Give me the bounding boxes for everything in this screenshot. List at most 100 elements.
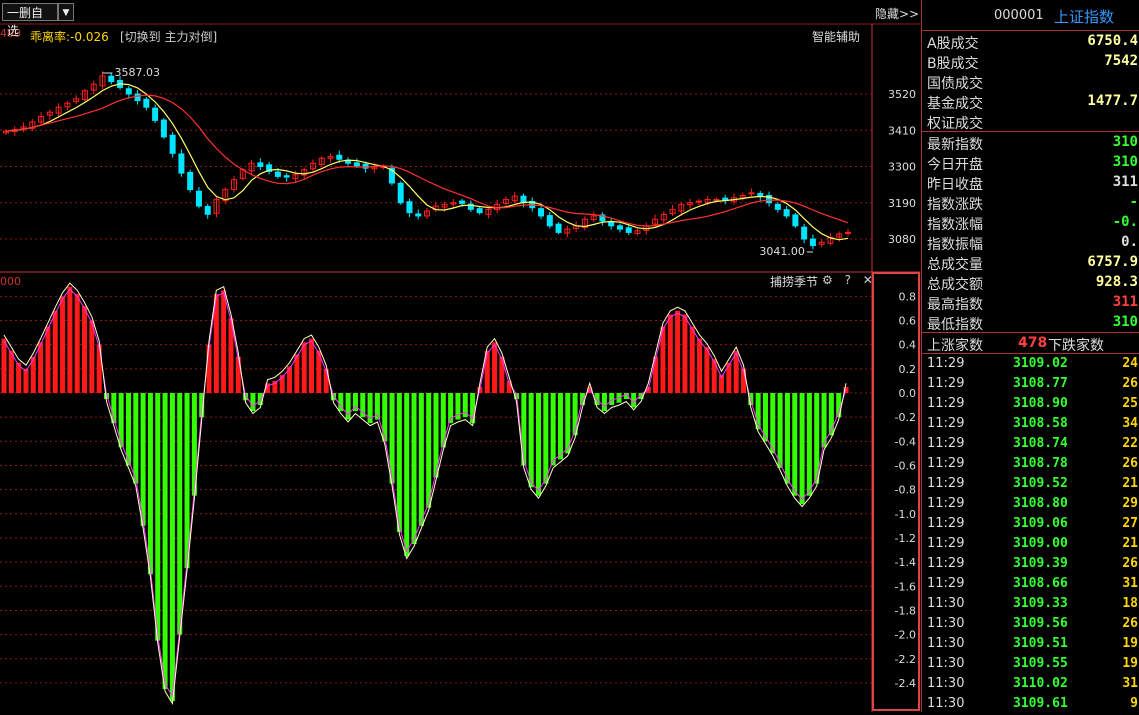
indicator-bar (499, 356, 505, 393)
tick-time: 11:30 (927, 636, 965, 651)
tick-volume: 19 (1122, 656, 1138, 671)
indicator-bar (784, 393, 790, 484)
indicator-bar (74, 293, 80, 393)
quote-value: -0. (1112, 214, 1138, 230)
tick-price: 3109.00 (1013, 536, 1068, 551)
quote-label: 昨日收盘 (927, 177, 983, 193)
tick-list[interactable]: 11:29 3109.02 24 11:29 3108.77 26 11:29 3108.90… (922, 354, 1139, 714)
low-annotation: 3041.00 (759, 245, 805, 258)
indicator-tools[interactable]: ⚙ ? ✕ (822, 273, 877, 287)
quote-label: 总成交额 (927, 277, 983, 293)
indicator-bar (697, 338, 703, 393)
tick-price: 3109.06 (1013, 516, 1068, 531)
quote-row: 基金成交 1477.7 (922, 91, 1139, 112)
candle (616, 225, 623, 230)
tick-row: 11:29 3108.80 29 (922, 494, 1139, 514)
indicator-bar (221, 290, 227, 393)
tick-volume: 26 (1122, 456, 1138, 471)
tick-price: 3109.55 (1013, 656, 1068, 671)
watchlist-select[interactable]: 一删自选 (2, 3, 58, 38)
price-axis-label: 3190 (888, 197, 916, 210)
candle (160, 119, 167, 138)
tick-price: 3108.58 (1013, 416, 1068, 431)
indicator-axis-label: -2.0 (895, 629, 916, 642)
tick-time: 11:29 (927, 496, 965, 511)
quote-label: 总成交量 (927, 257, 983, 273)
tick-row: 11:29 3108.78 26 (922, 454, 1139, 474)
tick-time: 11:29 (927, 356, 965, 371)
indicator-title[interactable]: 捕捞季节 (770, 273, 818, 290)
tick-volume: 26 (1122, 556, 1138, 571)
candle (187, 171, 194, 191)
quote-label: 最新指数 (927, 137, 983, 153)
tick-time: 11:29 (927, 376, 965, 391)
quote-label: 国债成交 (927, 76, 983, 92)
indicator-bar (404, 393, 410, 557)
tick-price: 3109.56 (1013, 616, 1068, 631)
quote-value: - (1129, 194, 1138, 210)
indicator-bar (777, 393, 783, 468)
chart-area[interactable]: 352034103300319030804003587.033041.000.8… (0, 0, 920, 712)
indicator-axis-label: -0.6 (895, 459, 916, 472)
candle (415, 213, 422, 217)
quote-row: 权证成交 (922, 111, 1139, 132)
quote-value: 310 (1112, 134, 1138, 150)
indicator-bar (550, 393, 556, 466)
indicator-bar (557, 393, 563, 460)
candle (257, 162, 264, 167)
tick-time: 11:30 (927, 616, 965, 631)
quote-row: B股成交 7542 (922, 51, 1139, 72)
indicator-axis-label: -0.2 (895, 411, 916, 424)
indicator-axis-label: -0.8 (895, 484, 916, 497)
indicator-axis-label: -0.4 (895, 435, 916, 448)
tick-volume: 26 (1122, 616, 1138, 631)
quote-row: 指数涨跌 - (922, 192, 1139, 213)
tick-row: 11:29 3108.58 34 (922, 414, 1139, 434)
index-name[interactable]: 上证指数 (1054, 6, 1114, 27)
candle (748, 192, 755, 195)
tick-time: 11:30 (927, 596, 965, 611)
down-count-label: 下跌家数 (1048, 338, 1104, 354)
indicator-bar (418, 393, 424, 526)
indicator-axis-label: 0.8 (899, 290, 917, 303)
indicator-bar (426, 393, 432, 508)
tick-volume: 26 (1122, 376, 1138, 391)
tick-row: 11:30 3109.56 26 (922, 614, 1139, 634)
tick-row: 11:29 3109.52 21 (922, 474, 1139, 494)
candle (204, 205, 211, 215)
indicator-bar (82, 306, 88, 393)
price-axis-label: 3520 (888, 88, 916, 101)
indicator-bar (770, 393, 776, 454)
tick-time: 11:29 (927, 556, 965, 571)
indicator-line-2 (3, 288, 847, 698)
tick-price: 3108.90 (1013, 396, 1068, 411)
tick-time: 11:29 (927, 436, 965, 451)
tick-time: 11:29 (927, 456, 965, 471)
candle (608, 221, 615, 227)
high-annotation: 3587.03 (114, 66, 159, 79)
indicator-bar (16, 362, 22, 393)
tick-row: 11:30 3110.02 31 (922, 674, 1139, 694)
chart-canvas[interactable]: 352034103300319030804003587.033041.000.8… (0, 0, 920, 712)
candle (809, 238, 816, 247)
quote-value: 6757.9 (1087, 254, 1138, 270)
candle (774, 203, 781, 210)
market-breadth: 上涨家数 478 下跌家数 (922, 332, 1139, 354)
chevron-down-icon[interactable]: ▼ (58, 3, 74, 21)
quote-label: B股成交 (927, 56, 979, 72)
indicator-axis-label: -2.2 (895, 653, 916, 666)
candle (152, 107, 159, 121)
candle (792, 214, 799, 227)
tick-price: 3108.66 (1013, 576, 1068, 591)
indicator-axis-label: -1.0 (895, 508, 916, 521)
hide-panel-button[interactable]: 隐藏>> (875, 5, 919, 22)
indicator-bar (689, 326, 695, 393)
candle (476, 208, 483, 214)
indicator-bar (8, 350, 14, 393)
smart-assist-button[interactable]: 智能辅助 (812, 28, 860, 45)
quote-row: 最低指数 310 (922, 312, 1139, 333)
switch-indicator-link[interactable]: [切换到 主力对倒] (120, 28, 217, 45)
tick-time: 11:30 (927, 696, 965, 711)
up-count-value: 478 (1018, 335, 1048, 351)
quote-label: A股成交 (927, 36, 979, 52)
